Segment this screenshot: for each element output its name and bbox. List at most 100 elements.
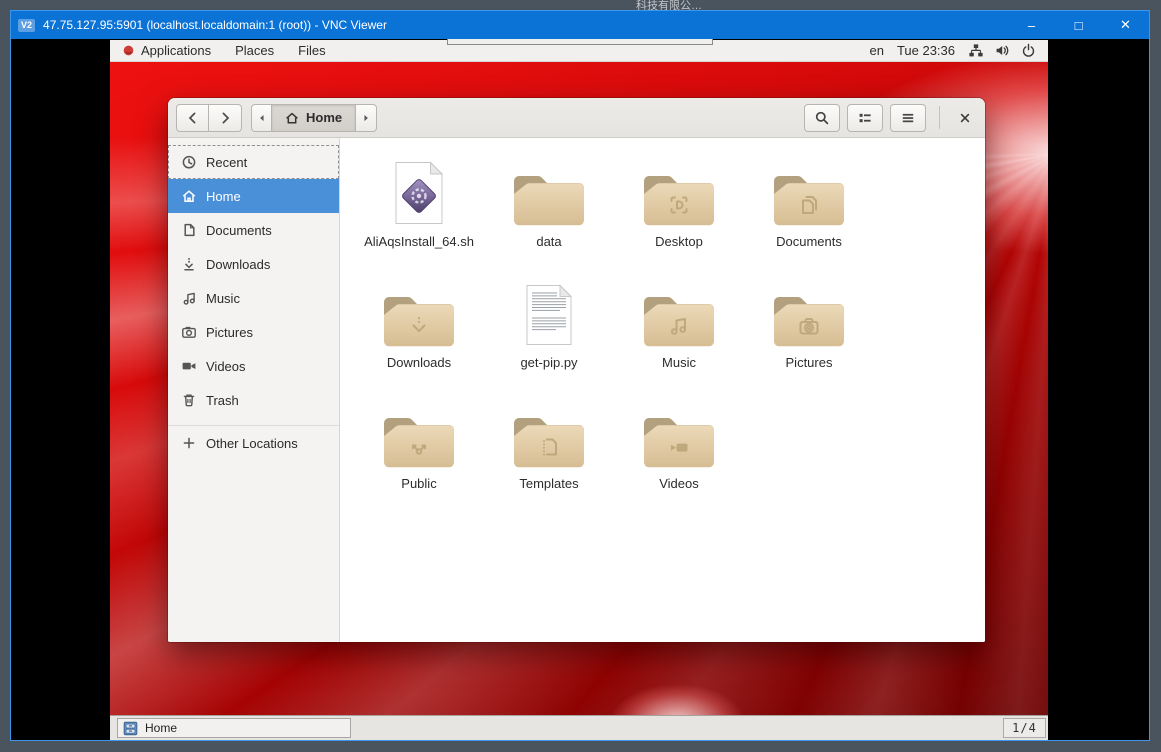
workspace-indicator[interactable]: 1/4 (1003, 718, 1046, 738)
vnc-toolbar-peek-handle[interactable] (447, 39, 713, 45)
sidebar-item-videos[interactable]: Videos (168, 349, 339, 383)
menu-label: Applications (141, 43, 211, 58)
sidebar-item-label: Pictures (206, 325, 253, 340)
file-item-data[interactable]: data (484, 150, 614, 256)
folder-icon (354, 392, 484, 468)
folder-icon (354, 271, 484, 347)
vnc-client-area: Applications Places Files en Tue 23:36 (11, 39, 1149, 740)
folder-icon (614, 392, 744, 468)
vnc-app-icon[interactable]: V2 (18, 19, 35, 32)
power-icon[interactable] (1021, 43, 1036, 58)
folder-icon (484, 150, 614, 226)
desktop-wallpaper[interactable]: Home (110, 62, 1048, 715)
file-item-get-pip-py[interactable]: get-pip.py (484, 271, 614, 377)
back-button[interactable] (176, 104, 209, 132)
download-icon (181, 256, 197, 272)
sidebar-item-label: Recent (206, 155, 247, 170)
file-name-label: AliAqsInstall_64.sh (364, 234, 474, 249)
volume-icon[interactable] (995, 43, 1010, 58)
sidebar-item-downloads[interactable]: Downloads (168, 247, 339, 281)
vnc-titlebar: V2 47.75.127.95:5901 (localhost.localdom… (11, 11, 1149, 39)
files-view: AliAqsInstall_64.sh data Desktop Documen… (340, 138, 985, 642)
close-icon (957, 110, 973, 126)
maximize-button[interactable]: □ (1055, 11, 1102, 39)
network-icon[interactable] (968, 43, 984, 58)
sidebar-item-trash[interactable]: Trash (168, 383, 339, 417)
music-icon (181, 290, 197, 306)
breadcrumb-home-label: Home (306, 110, 342, 125)
folder-icon (614, 271, 744, 347)
folder-icon (614, 150, 744, 226)
file-item-downloads[interactable]: Downloads (354, 271, 484, 377)
view-toggle-button[interactable] (847, 104, 883, 132)
vnc-window-title: 47.75.127.95:5901 (localhost.localdomain… (43, 18, 387, 32)
screen: 科技有限公… V2 47.75.127.95:5901 (localhost.l… (0, 0, 1161, 752)
file-item-videos[interactable]: Videos (614, 392, 744, 498)
taskbar-window-label: Home (145, 721, 177, 735)
sidebar-item-music[interactable]: Music (168, 281, 339, 315)
keyboard-layout-indicator[interactable]: en (869, 43, 883, 58)
sidebar-item-label: Downloads (206, 257, 270, 272)
menu-label: Files (298, 43, 325, 58)
document-icon (181, 222, 197, 238)
toolbar-divider (939, 106, 940, 129)
sidebar-item-label: Other Locations (206, 436, 298, 451)
file-item-public[interactable]: Public (354, 392, 484, 498)
home-icon (285, 111, 299, 125)
list-view-icon (857, 110, 873, 126)
file-item-desktop[interactable]: Desktop (614, 150, 744, 256)
file-grid: AliAqsInstall_64.sh data Desktop Documen… (354, 150, 985, 498)
minimize-button[interactable]: – (1008, 11, 1055, 39)
hamburger-icon (900, 110, 916, 126)
history-nav (176, 104, 242, 132)
file-item-documents[interactable]: Documents (744, 150, 874, 256)
menu-places[interactable]: Places (223, 40, 286, 61)
menu-button[interactable] (890, 104, 926, 132)
breadcrumb-home-segment[interactable]: Home (272, 104, 356, 132)
sidebar-item-label: Videos (206, 359, 246, 374)
menu-applications[interactable]: Applications (110, 40, 223, 61)
vnc-window-controls: – □ ✕ (1008, 11, 1149, 39)
path-scroll-right-button[interactable] (356, 104, 377, 132)
folder-icon (744, 271, 874, 347)
menu-files[interactable]: Files (286, 40, 337, 61)
close-button[interactable]: ✕ (1102, 11, 1149, 39)
path-scroll-left-button[interactable] (251, 104, 272, 132)
file-item-music[interactable]: Music (614, 271, 744, 377)
places-sidebar: Recent Home Documents Downloads Music Picture… (168, 138, 340, 642)
file-name-label: Public (401, 476, 436, 491)
taskbar-window-button[interactable]: Home (117, 718, 351, 738)
sidebar-item-label: Trash (206, 393, 239, 408)
clock[interactable]: Tue 23:36 (897, 43, 955, 58)
recent-icon (181, 154, 197, 170)
shell-script-icon (354, 150, 484, 226)
file-name-label: get-pip.py (520, 355, 577, 370)
file-item-templates[interactable]: Templates (484, 392, 614, 498)
file-item-aliaqsinstall-64-sh[interactable]: AliAqsInstall_64.sh (354, 150, 484, 256)
file-name-label: data (536, 234, 561, 249)
sidebar-item-other-locations[interactable]: Other Locations (168, 426, 339, 460)
file-name-label: Music (662, 355, 696, 370)
vnc-viewer-window: V2 47.75.127.95:5901 (localhost.localdom… (10, 10, 1150, 741)
triangle-right-icon (359, 111, 373, 125)
sidebar-item-label: Home (206, 189, 241, 204)
triangle-left-icon (255, 111, 269, 125)
search-button[interactable] (804, 104, 840, 132)
breadcrumb: Home (251, 104, 377, 132)
system-status-icons (968, 43, 1036, 58)
window-close-button[interactable] (953, 104, 977, 132)
window-list-taskbar: Home 1/4 (110, 715, 1048, 740)
file-manager-window: Home (168, 98, 985, 642)
sidebar-item-recent[interactable]: Recent (168, 145, 339, 179)
file-item-pictures[interactable]: Pictures (744, 271, 874, 377)
file-name-label: Videos (659, 476, 699, 491)
toolbar-actions (804, 104, 977, 132)
chevron-right-icon (217, 110, 233, 126)
folder-icon (484, 392, 614, 468)
sidebar-item-documents[interactable]: Documents (168, 213, 339, 247)
sidebar-item-pictures[interactable]: Pictures (168, 315, 339, 349)
file-cabinet-icon (123, 721, 138, 736)
sidebar-item-home[interactable]: Home (168, 179, 339, 213)
sidebar-item-label: Documents (206, 223, 272, 238)
forward-button[interactable] (209, 104, 242, 132)
